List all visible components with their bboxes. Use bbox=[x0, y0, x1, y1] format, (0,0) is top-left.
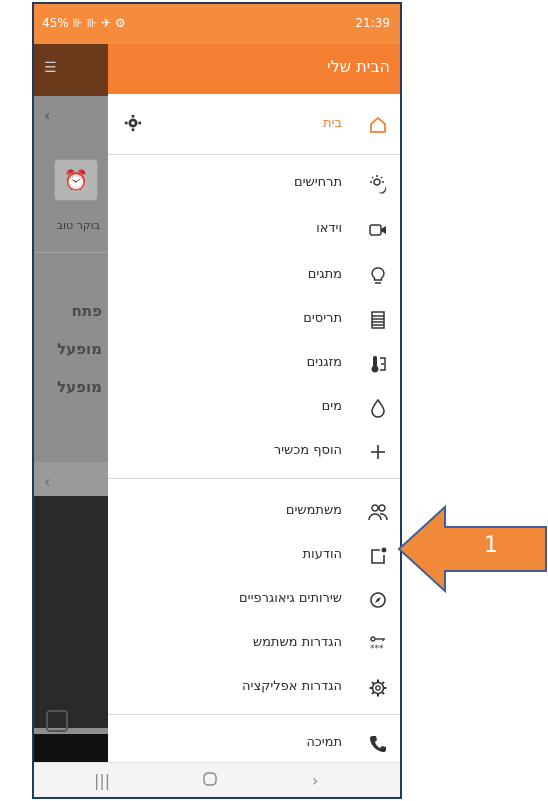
menu-divider bbox=[108, 478, 400, 479]
menu-item-label: בית bbox=[323, 116, 342, 131]
menu-item-user-settings[interactable]: *** הגדרות משתמש bbox=[108, 624, 400, 664]
lightbulb-icon bbox=[366, 264, 390, 288]
menu-item-label: וידאו bbox=[316, 221, 342, 236]
drawer-header: הבית שלי bbox=[108, 44, 400, 94]
system-navigation-bar: ||| › bbox=[34, 762, 400, 797]
menu-item-label: מתגים bbox=[307, 267, 342, 282]
compass-icon bbox=[366, 588, 390, 612]
menu-item-support[interactable]: תמיכה bbox=[108, 724, 400, 764]
menu-item-label: תמיכה bbox=[306, 735, 342, 750]
status-time: 21:39 bbox=[355, 16, 390, 30]
drawer-title: הבית שלי bbox=[327, 57, 390, 76]
menu-item-geo-services[interactable]: שירותים גיאוגרפיים bbox=[108, 580, 400, 620]
menu-item-home[interactable]: בית bbox=[108, 105, 400, 145]
background-back-icon: ‹ bbox=[44, 106, 51, 125]
callout-number: 1 bbox=[484, 533, 498, 558]
menu-item-switches[interactable]: מתגים bbox=[108, 256, 400, 296]
background-back-icon: ‹ bbox=[44, 472, 51, 491]
menu-item-scenes[interactable]: תרחישים bbox=[108, 164, 400, 204]
status-bar: 45% ⊪ ⊪ ✈ ⚙ 21:39 bbox=[34, 4, 400, 44]
menu-item-shutters[interactable]: תריסים bbox=[108, 300, 400, 340]
menu-item-label: תריסים bbox=[303, 311, 342, 326]
recent-apps-icon[interactable]: ||| bbox=[94, 771, 110, 790]
menu-item-label: מזגנים bbox=[306, 355, 342, 370]
phone-screen: 45% ⊪ ⊪ ✈ ⚙ 21:39 ☰ ‹ ⏰ בוקר טוב פתח מופ… bbox=[32, 2, 402, 799]
menu-item-label: הוסף מכשיר bbox=[273, 443, 342, 458]
background-bottom-bar bbox=[34, 734, 108, 762]
background-menu-icon: ☰ bbox=[44, 60, 57, 76]
background-video-area bbox=[34, 496, 108, 728]
plus-icon bbox=[366, 440, 390, 464]
menu-item-add-device[interactable]: הוסף מכשיר bbox=[108, 432, 400, 472]
menu-item-label: משתמשים bbox=[285, 503, 342, 518]
status-icons: 45% ⊪ ⊪ ✈ ⚙ bbox=[42, 16, 126, 30]
background-divider bbox=[34, 252, 108, 253]
notifications-icon bbox=[366, 544, 390, 568]
menu-item-video[interactable]: וידאו bbox=[108, 210, 400, 250]
menu-item-label: תרחישים bbox=[293, 175, 342, 190]
menu-item-label: הודעות bbox=[302, 547, 342, 562]
menu-item-label: הגדרות אפליקציה bbox=[242, 679, 342, 694]
shutters-icon bbox=[366, 308, 390, 332]
menu-item-water[interactable]: מים bbox=[108, 388, 400, 428]
menu-item-label: שירותים גיאוגרפיים bbox=[239, 591, 342, 606]
user-key-icon: *** bbox=[366, 632, 390, 656]
thermometer-icon bbox=[366, 352, 390, 376]
home-settings-gear-icon[interactable] bbox=[124, 114, 144, 134]
gear-icon bbox=[366, 676, 390, 700]
screenshot-stage: 45% ⊪ ⊪ ✈ ⚙ 21:39 ☰ ‹ ⏰ בוקר טוב פתח מופ… bbox=[0, 0, 548, 801]
back-icon[interactable]: › bbox=[312, 771, 318, 790]
phone-icon bbox=[366, 732, 390, 756]
users-icon bbox=[366, 500, 390, 524]
background-scene-label: בוקר טוב bbox=[56, 219, 100, 232]
menu-item-notifications[interactable]: הודעות bbox=[108, 536, 400, 576]
menu-item-label: הגדרות משתמש bbox=[252, 635, 342, 650]
background-status: מופעל bbox=[57, 340, 102, 358]
background-app: ☰ ‹ ⏰ בוקר טוב פתח מופעל מופעל ‹ bbox=[34, 44, 108, 762]
menu-item-air-conditioners[interactable]: מזגנים bbox=[108, 344, 400, 384]
background-header: ☰ bbox=[34, 44, 108, 96]
menu-item-label: מים bbox=[321, 399, 342, 414]
svg-text:***: *** bbox=[370, 644, 384, 654]
scenes-icon bbox=[366, 172, 390, 196]
menu-divider bbox=[108, 154, 400, 155]
alarm-clock-icon: ⏰ bbox=[54, 159, 98, 201]
callout-arrow bbox=[397, 505, 547, 593]
water-drop-icon bbox=[366, 396, 390, 420]
menu-item-users[interactable]: משתמשים bbox=[108, 492, 400, 532]
menu-divider bbox=[108, 714, 400, 715]
navigation-drawer: הבית שלי בית תרחישים וידאו מתגים תריסים … bbox=[108, 44, 400, 762]
home-icon bbox=[366, 113, 390, 137]
home-button-icon[interactable] bbox=[202, 771, 218, 791]
background-status: פתח bbox=[71, 302, 102, 320]
background-status: מופעל bbox=[57, 378, 102, 396]
video-camera-icon bbox=[366, 218, 390, 242]
expand-icon bbox=[46, 710, 68, 732]
menu-item-app-settings[interactable]: הגדרות אפליקציה bbox=[108, 668, 400, 708]
